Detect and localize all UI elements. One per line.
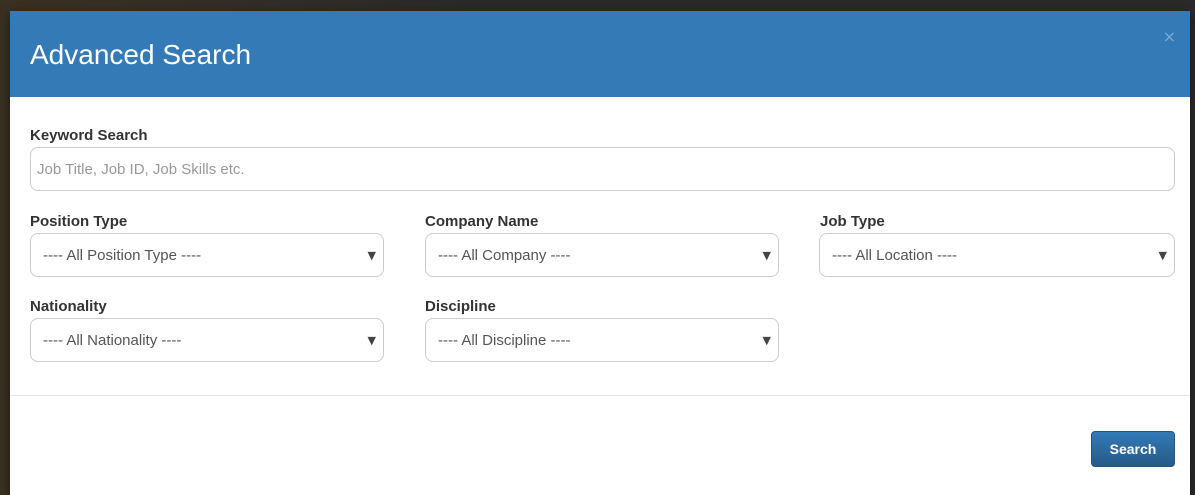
nationality-label: Nationality (30, 298, 107, 315)
chevron-down-icon: ▼ (367, 249, 376, 262)
footer-divider (10, 395, 1190, 396)
position-type-selected: ---- All Position Type ---- (43, 247, 202, 264)
modal-body: Keyword Search Position Type ---- All Po… (10, 97, 1190, 397)
job-type-selected: ---- All Location ---- (832, 247, 958, 264)
position-type-select[interactable]: ---- All Position Type ---- ▼ (30, 233, 384, 277)
job-type-label: Job Type (820, 213, 885, 230)
position-type-label: Position Type (30, 213, 128, 230)
nationality-select[interactable]: ---- All Nationality ---- ▼ (30, 318, 384, 362)
keyword-search-label: Keyword Search (30, 127, 148, 144)
chevron-down-icon: ▼ (367, 334, 376, 347)
chevron-down-icon: ▼ (762, 249, 771, 262)
modal-header: Advanced Search × (10, 11, 1190, 97)
close-icon[interactable]: × (1163, 29, 1176, 45)
discipline-label: Discipline (425, 298, 496, 315)
advanced-search-modal: Advanced Search × Keyword Search Positio… (10, 11, 1190, 495)
discipline-select[interactable]: ---- All Discipline ---- ▼ (425, 318, 779, 362)
company-name-select[interactable]: ---- All Company ---- ▼ (425, 233, 779, 277)
job-type-select[interactable]: ---- All Location ---- ▼ (819, 233, 1175, 277)
company-name-label: Company Name (425, 213, 539, 230)
discipline-selected: ---- All Discipline ---- (438, 332, 571, 349)
keyword-search-input[interactable] (30, 147, 1175, 191)
nationality-selected: ---- All Nationality ---- (43, 332, 182, 349)
modal-title: Advanced Search (30, 39, 252, 70)
chevron-down-icon: ▼ (1158, 249, 1167, 262)
chevron-down-icon: ▼ (762, 334, 771, 347)
company-name-selected: ---- All Company ---- (438, 247, 571, 264)
search-button[interactable]: Search (1091, 431, 1175, 467)
